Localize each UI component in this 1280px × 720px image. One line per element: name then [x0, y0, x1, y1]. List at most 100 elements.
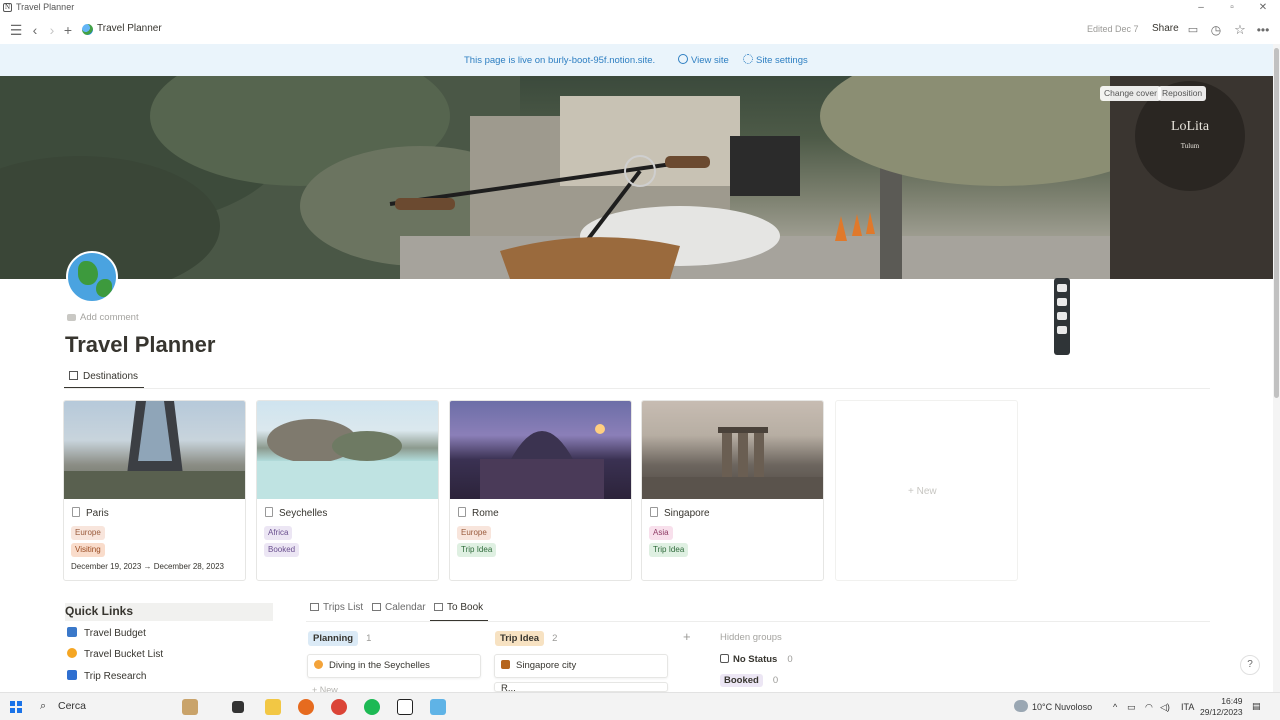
cover-image[interactable]: LoLita Tulum Change cover Reposition [0, 76, 1274, 279]
favorite-star-icon[interactable]: ☆ [1232, 22, 1248, 38]
weather-text[interactable]: 10°C Nuvoloso [1032, 702, 1092, 712]
help-button[interactable]: ? [1240, 655, 1260, 675]
notion-icon[interactable] [397, 699, 413, 715]
view-site-link[interactable]: View site [691, 55, 729, 66]
forward-arrow-icon[interactable]: › [44, 22, 60, 38]
breadcrumb[interactable]: Travel Planner [97, 23, 162, 34]
back-arrow-icon[interactable]: ‹ [27, 22, 43, 38]
taskbar-clock[interactable]: 16:49 29/12/2023 [1200, 696, 1243, 718]
change-cover-button[interactable]: Change cover [1100, 86, 1161, 101]
gallery-card-seychelles[interactable]: Seychelles Africa Booked [256, 400, 439, 581]
wifi-icon[interactable]: ◠ [1145, 702, 1153, 713]
new-card-button[interactable]: + New [835, 400, 1018, 581]
gallery-view-icon [69, 371, 78, 380]
camera-icon[interactable] [1057, 284, 1067, 292]
gallery-card-singapore[interactable]: Singapore Asia Trip Idea [641, 400, 824, 581]
edited-timestamp: Edited Dec 7 [1087, 24, 1139, 34]
tab-destinations[interactable]: Destinations [69, 371, 138, 382]
chrome-icon[interactable] [331, 699, 347, 715]
tab-trips-list[interactable]: Trips List [310, 602, 363, 613]
tab-label: To Book [447, 602, 484, 613]
globe-icon [82, 24, 93, 35]
board-divider [306, 621, 1210, 622]
maximize-button[interactable]: ▫ [1217, 0, 1247, 16]
page-title[interactable]: Travel Planner [65, 332, 215, 358]
tab-calendar[interactable]: Calendar [372, 602, 426, 613]
notifications-icon[interactable]: ▤ [1252, 701, 1261, 712]
board-card-diving-seychelles[interactable]: Diving in the Seychelles [307, 654, 481, 678]
page-globe-icon[interactable] [66, 251, 118, 303]
group-name: Booked [720, 674, 763, 687]
task-view-icon[interactable] [232, 701, 244, 713]
card-title: Seychelles [279, 508, 328, 519]
group-trip-idea-header[interactable]: Trip Idea 2 [495, 631, 557, 646]
history-clock-icon[interactable]: ◷ [1208, 22, 1224, 38]
more-options-icon[interactable]: ••• [1255, 22, 1271, 38]
window-title-bar: N Travel Planner – ▫ ✕ [0, 0, 1280, 16]
spotify-icon[interactable] [364, 699, 380, 715]
show-hidden-icons-icon[interactable]: ^ [1113, 702, 1117, 712]
app-icon[interactable] [430, 699, 446, 715]
board-card-singapore-city[interactable]: Singapore city [494, 654, 668, 678]
live-status-text: This page is live on burly-boot-95f.noti… [464, 55, 656, 66]
group-count: 0 [772, 675, 779, 686]
weather-icon[interactable] [1014, 700, 1028, 712]
language-indicator[interactable]: ITA [1181, 702, 1194, 712]
reposition-button[interactable]: Reposition [1158, 86, 1207, 101]
seychelles-beach-image [257, 401, 438, 499]
cover-photo-street-bicycle: LoLita Tulum [0, 76, 1274, 279]
quick-links-heading: Quick Links [65, 603, 273, 621]
paris-eiffel-tower-image [64, 401, 245, 499]
page-scrollbar[interactable] [1273, 44, 1280, 692]
menu-icon[interactable]: ☰ [8, 22, 24, 38]
tab-label: Calendar [385, 602, 426, 613]
quick-link-trip-research[interactable]: Trip Research [67, 670, 146, 682]
board-view-icon [434, 603, 443, 611]
tray-app-icon[interactable]: ▭ [1127, 702, 1136, 713]
windows-start-icon[interactable] [10, 701, 22, 713]
site-settings-link[interactable]: Site settings [756, 55, 808, 66]
gallery-card-paris[interactable]: Paris Europe Visiting December 19, 2023 … [63, 400, 246, 581]
status-tag: Trip Idea [457, 543, 497, 557]
budget-icon [67, 627, 77, 637]
video-icon[interactable] [1057, 298, 1067, 306]
settings-icon[interactable] [1057, 326, 1067, 334]
board-card-title: Singapore city [516, 660, 577, 671]
file-explorer-icon[interactable] [265, 699, 281, 715]
page-doc-icon [265, 507, 273, 517]
page-doc-icon [650, 507, 658, 517]
windows-taskbar: ⌕ Cerca 10°C Nuvoloso ^ ▭ ◠ ◁) ITA 16:49… [0, 692, 1280, 720]
comments-icon[interactable]: ▭ [1185, 22, 1201, 38]
card-title: Paris [86, 508, 109, 519]
globe-link-icon [678, 54, 688, 64]
rome-st-peters-image [450, 401, 631, 499]
firefox-icon[interactable] [298, 699, 314, 715]
taskbar-search[interactable]: Cerca [58, 700, 86, 712]
widget-icon[interactable] [182, 699, 198, 715]
new-page-icon[interactable]: + [60, 22, 76, 38]
board-card-partial[interactable]: R... [494, 682, 668, 692]
volume-icon[interactable]: ◁) [1160, 702, 1170, 713]
card-title: Singapore [664, 508, 710, 519]
close-window-button[interactable]: ✕ [1248, 0, 1278, 16]
minimize-button[interactable]: – [1186, 0, 1216, 16]
tab-to-book[interactable]: To Book [434, 602, 483, 613]
hidden-group-booked[interactable]: Booked 0 [720, 674, 779, 687]
quick-link-travel-budget[interactable]: Travel Budget [67, 627, 146, 639]
gallery-card-rome[interactable]: Rome Europe Trip Idea [449, 400, 632, 581]
board-card-title: R... [501, 683, 516, 692]
card-title: Rome [472, 508, 499, 519]
group-count: 0 [787, 654, 793, 665]
window-title: Travel Planner [16, 2, 75, 12]
add-comment-button[interactable]: Add comment [67, 312, 139, 323]
site-live-banner: This page is live on burly-boot-95f.noti… [0, 44, 1274, 76]
add-group-button[interactable]: + [683, 629, 691, 644]
quick-link-bucket-list[interactable]: Travel Bucket List [67, 648, 163, 660]
image-icon[interactable] [1057, 312, 1067, 320]
group-planning-header[interactable]: Planning 1 [308, 631, 371, 646]
floating-media-toolbar[interactable] [1054, 278, 1070, 355]
hidden-group-no-status[interactable]: No Status 0 [720, 654, 793, 665]
share-button[interactable]: Share [1152, 23, 1179, 34]
clock-time: 16:49 [1221, 696, 1243, 706]
group-count: 1 [366, 633, 372, 644]
